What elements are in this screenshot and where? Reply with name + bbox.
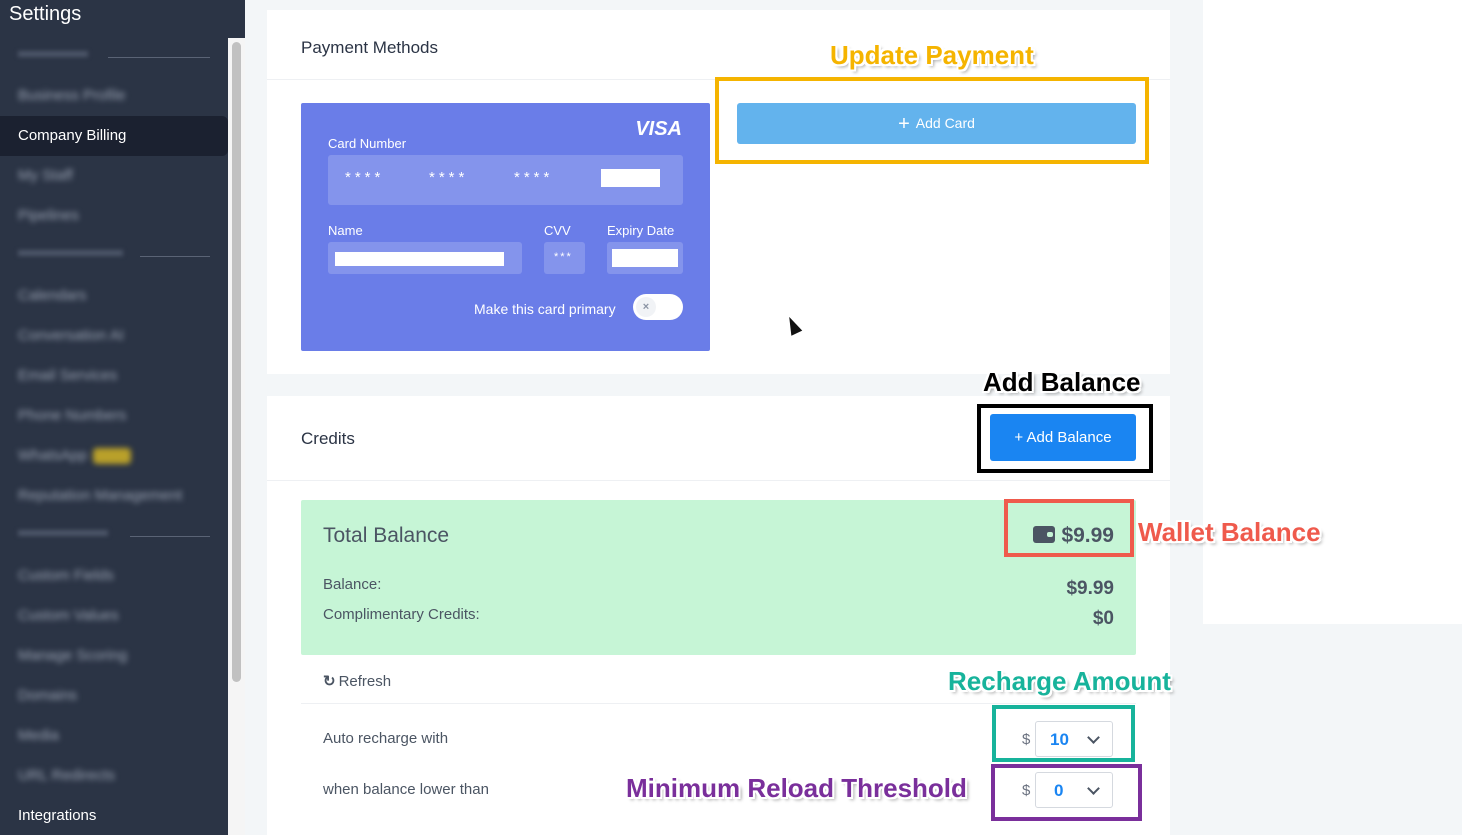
complimentary-credits-label: Complimentary Credits: (323, 606, 480, 623)
card-mask-group: **** (345, 169, 385, 186)
auto-recharge-label: Auto recharge with (323, 730, 449, 747)
card-name-redacted (335, 252, 504, 266)
refresh-button[interactable]: ↻ Refresh (323, 672, 391, 690)
sidebar-item-conversation-ai[interactable]: Conversation AI (0, 316, 228, 356)
credits-title: Credits (301, 429, 355, 448)
total-balance-label: Total Balance (323, 524, 450, 547)
cvv-label: CVV (544, 223, 571, 238)
sidebar-scroll-thumb[interactable] (232, 42, 241, 682)
update-payment-highlight (715, 77, 1149, 164)
sidebar-item-manage-scoring[interactable]: Manage Scoring (0, 636, 228, 676)
sidebar-item-custom-fields[interactable]: Custom Fields (0, 556, 228, 596)
wallet-balance-highlight (1004, 499, 1134, 557)
divider (267, 480, 1170, 481)
divider (301, 703, 1136, 704)
balance-label: Balance: (323, 576, 382, 593)
make-primary-toggle[interactable]: × (633, 294, 683, 320)
complimentary-credits-value: $0 (1092, 608, 1114, 629)
add-balance-highlight (977, 404, 1153, 473)
sidebar-item-phone-numbers[interactable]: Phone Numbers (0, 396, 228, 436)
settings-sidebar: Settings Business Profile Company Billin… (0, 0, 245, 835)
payment-methods-title: Payment Methods (301, 38, 439, 57)
sidebar-item-pipelines[interactable]: Pipelines (0, 196, 228, 236)
sidebar-item-business-profile[interactable]: Business Profile (0, 76, 228, 116)
recharge-amount-highlight (992, 705, 1135, 762)
sidebar-item-reputation-management[interactable]: Reputation Management (0, 476, 228, 516)
sidebar-item-integrations[interactable]: Integrations (0, 796, 228, 835)
payment-methods-card: Payment Methods VISA Card Number **** **… (267, 10, 1170, 374)
refresh-icon: ↻ (323, 673, 336, 690)
sidebar-item-url-redirects[interactable]: URL Redirects (0, 756, 228, 796)
expiry-label: Expiry Date (607, 223, 675, 238)
sidebar-item-company-billing[interactable]: Company Billing (0, 116, 228, 156)
make-primary-label: Make this card primary (474, 301, 616, 317)
sidebar-item-email-services[interactable]: Email Services (0, 356, 228, 396)
threshold-label: when balance lower than (323, 781, 489, 798)
expiry-redacted (612, 249, 678, 267)
recharge-amount-annotation: Recharge Amount (948, 666, 1171, 696)
sidebar-item-domains[interactable]: Domains (0, 676, 228, 716)
credit-card: VISA Card Number **** **** **** Name CVV… (301, 103, 710, 351)
sidebar-title: Settings (9, 3, 82, 25)
cvv-value: *** (554, 251, 573, 263)
add-balance-annotation: Add Balance (983, 367, 1141, 397)
update-payment-annotation: Update Payment (830, 40, 1034, 70)
sidebar-item-calendars[interactable]: Calendars (0, 276, 228, 316)
new-badge (93, 448, 132, 465)
card-mask-group: **** (429, 169, 469, 186)
card-mask-group: **** (514, 169, 554, 186)
balance-value: $9.99 (1066, 578, 1114, 599)
visa-logo: VISA (635, 118, 682, 140)
sidebar-item-media[interactable]: Media (0, 716, 228, 756)
min-threshold-highlight (991, 764, 1142, 821)
sidebar-item-my-staff[interactable]: My Staff (0, 156, 228, 196)
wallet-balance-annotation: Wallet Balance (1138, 517, 1321, 547)
card-number-label: Card Number (328, 136, 407, 151)
card-name-label: Name (328, 223, 363, 238)
min-threshold-annotation: Minimum Reload Threshold (626, 773, 967, 803)
card-last-digits-redacted (601, 169, 660, 187)
sidebar-item-whatsapp[interactable]: WhatsApp (0, 436, 228, 476)
sidebar-item-custom-values[interactable]: Custom Values (0, 596, 228, 636)
toggle-off-icon: × (636, 297, 656, 317)
